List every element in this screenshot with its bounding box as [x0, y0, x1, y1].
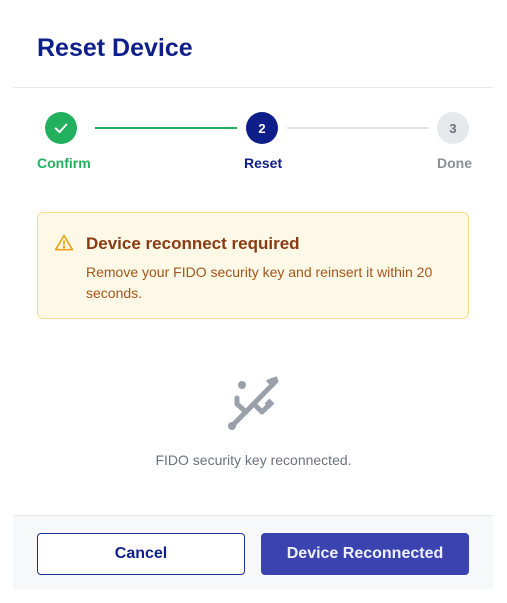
warning-alert: Device reconnect required Remove your FI…	[37, 212, 469, 319]
step-1-label: Confirm	[37, 155, 91, 171]
step-connector-complete	[95, 127, 237, 129]
alert-message: Remove your FIDO security key and reinse…	[86, 264, 433, 301]
cancel-button[interactable]: Cancel	[37, 533, 245, 575]
alert-title: Device reconnect required	[86, 234, 300, 253]
dialog-footer: Cancel Device Reconnected	[13, 515, 493, 589]
step-3-circle: 3	[437, 112, 469, 144]
progress-stepper: 2 3 Confirm Reset Done	[0, 0, 507, 180]
usb-icon	[228, 376, 279, 430]
step-1-check-icon	[45, 112, 77, 144]
step-3-label: Done	[437, 155, 472, 171]
reset-device-dialog: Reset Device 2 3 Confirm Reset Done Devi…	[0, 0, 507, 603]
status-message: FIDO security key reconnected.	[155, 452, 352, 468]
device-reconnected-button[interactable]: Device Reconnected	[261, 533, 469, 575]
step-2-circle: 2	[246, 112, 278, 144]
step-connector-pending	[287, 127, 429, 129]
warning-triangle-icon	[54, 234, 74, 251]
step-2-label: Reset	[244, 155, 283, 171]
